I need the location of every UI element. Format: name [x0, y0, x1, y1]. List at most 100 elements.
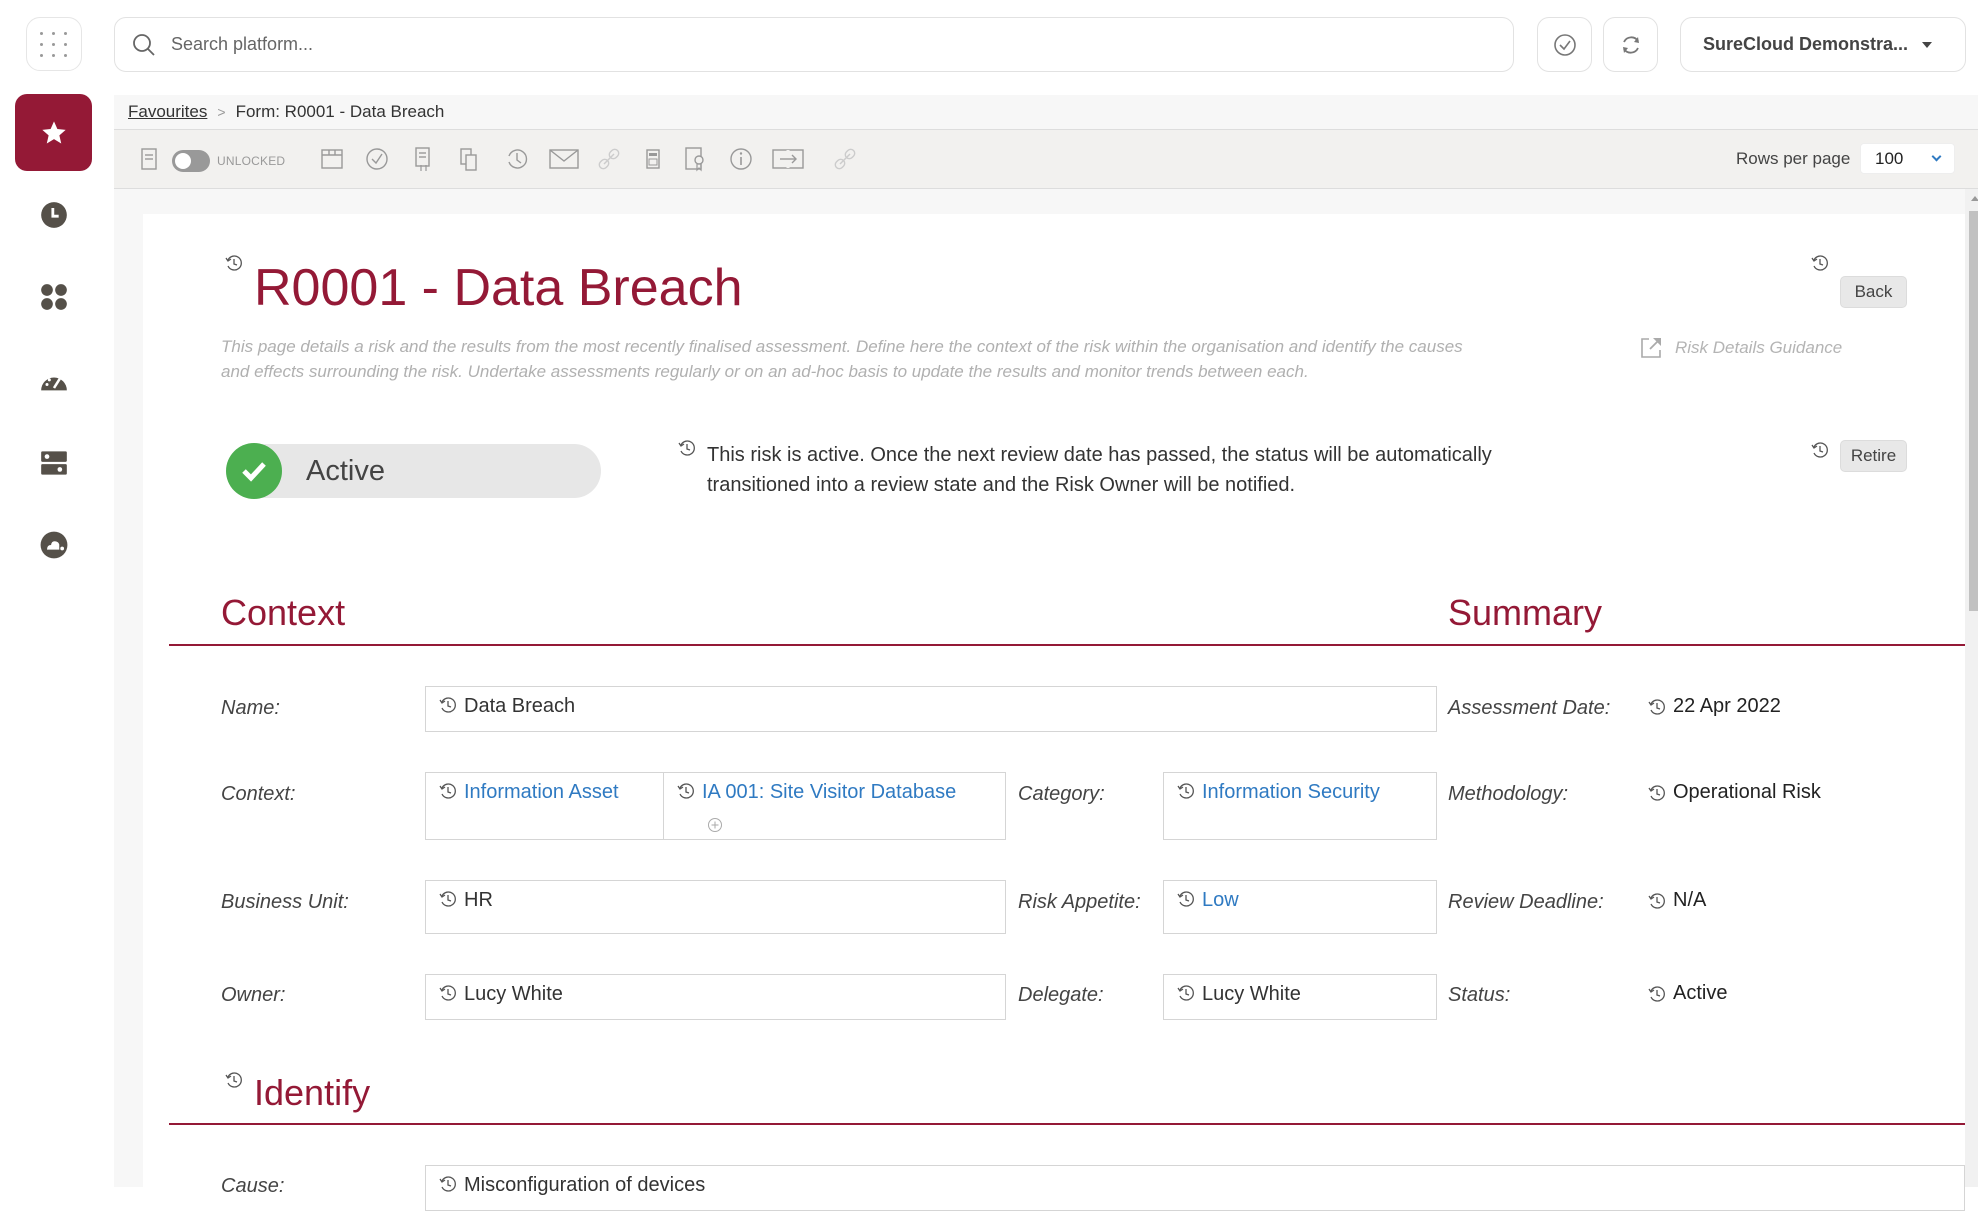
assessment-date-label: Assessment Date:: [1448, 697, 1611, 719]
rows-per-page-value: 100: [1875, 149, 1904, 168]
sidebar-item-dashboards[interactable]: [15, 342, 92, 419]
history-icon[interactable]: [1647, 984, 1667, 1004]
methodology-value: Operational Risk: [1647, 781, 1821, 804]
history-icon[interactable]: [438, 695, 458, 715]
business-unit-field[interactable]: HR: [425, 880, 1006, 934]
category-link[interactable]: Information Security: [1202, 781, 1380, 804]
history-icon[interactable]: [438, 983, 458, 1003]
history-icon[interactable]: [438, 889, 458, 909]
grid-dots-icon: [40, 283, 67, 310]
transfer-icon[interactable]: [771, 146, 805, 172]
layout-icon[interactable]: [319, 146, 345, 172]
caret-down-icon: [1922, 41, 1933, 48]
history-icon[interactable]: [504, 146, 530, 172]
rows-per-page-label: Rows per page: [1736, 149, 1851, 168]
grid-dot: [40, 31, 43, 35]
history-icon[interactable]: [1176, 889, 1196, 909]
history-icon[interactable]: [677, 438, 697, 458]
app-launcher-button[interactable]: [26, 17, 82, 71]
history-icon[interactable]: [1176, 983, 1196, 1003]
back-button[interactable]: Back: [1840, 276, 1907, 308]
scroll-up-arrow[interactable]: [1971, 196, 1978, 201]
history-icon[interactable]: [224, 1070, 244, 1090]
copy-icon[interactable]: [456, 146, 482, 172]
rows-per-page-select[interactable]: 100: [1860, 143, 1955, 174]
category-field[interactable]: Information Security: [1163, 772, 1437, 840]
review-deadline-label: Review Deadline:: [1448, 891, 1604, 913]
methodology-label: Methodology:: [1448, 783, 1569, 805]
organisation-selector[interactable]: SureCloud Demonstra...: [1680, 17, 1966, 72]
context-item-link[interactable]: IA 001: Site Visitor Database: [702, 781, 956, 804]
sidebar-item-recent[interactable]: [15, 176, 92, 253]
status-field-value: Active: [1647, 982, 1727, 1005]
sidebar-item-favourites[interactable]: [15, 94, 92, 171]
status-field-text: Active: [1673, 982, 1728, 1004]
history-icon[interactable]: [224, 253, 244, 273]
name-field[interactable]: Data Breach: [425, 686, 1437, 732]
info-icon[interactable]: [728, 146, 754, 172]
certificate-icon[interactable]: [682, 146, 708, 172]
summary-heading: Summary: [1448, 592, 1603, 633]
history-icon[interactable]: [1810, 440, 1830, 460]
search-input[interactable]: [171, 34, 1471, 55]
sidebar-item-cloud[interactable]: [15, 506, 92, 583]
gauge-icon: [40, 377, 67, 390]
search-bar[interactable]: [114, 17, 1514, 72]
business-unit-value: HR: [464, 889, 493, 911]
retire-button[interactable]: Retire: [1840, 440, 1907, 472]
form-toolbar: UNLOCKED Rows per page 100: [114, 130, 1978, 189]
risk-appetite-field[interactable]: Low: [1163, 880, 1437, 934]
context-type-field[interactable]: Information Asset: [425, 772, 664, 840]
status-badge: [227, 444, 601, 498]
scrollbar-thumb[interactable]: [1969, 211, 1978, 611]
risk-appetite-link[interactable]: Low: [1202, 889, 1239, 912]
history-icon[interactable]: [438, 1174, 458, 1194]
refresh-button[interactable]: [1603, 17, 1658, 72]
email-icon[interactable]: [548, 146, 580, 172]
name-label: Name:: [221, 697, 280, 719]
history-icon[interactable]: [1647, 697, 1667, 717]
history-icon[interactable]: [1810, 253, 1830, 273]
context-type-link[interactable]: Information Asset: [464, 781, 619, 804]
cloud-icon: [40, 531, 67, 558]
delegate-label: Delegate:: [1018, 984, 1104, 1006]
grid-dot: [52, 42, 55, 46]
link-icon[interactable]: [596, 146, 622, 172]
delegate-field[interactable]: Lucy White: [1163, 974, 1437, 1020]
check-circle-icon[interactable]: [364, 146, 390, 172]
grid-dot: [52, 53, 55, 57]
owner-label: Owner:: [221, 984, 286, 1006]
owner-field[interactable]: Lucy White: [425, 974, 1006, 1020]
form-icon[interactable]: [136, 146, 162, 172]
lock-toggle[interactable]: [172, 150, 210, 172]
import-export-icon[interactable]: [410, 146, 436, 172]
search-icon: [133, 33, 155, 56]
history-icon[interactable]: [438, 781, 458, 801]
tasks-button[interactable]: [1537, 17, 1592, 72]
context-label: Context:: [221, 783, 296, 805]
history-icon[interactable]: [1647, 891, 1667, 911]
grid-dot: [64, 53, 67, 57]
sidebar-item-apps[interactable]: [15, 258, 92, 335]
assessment-date-text: 22 Apr 2022: [1673, 695, 1781, 717]
server-icon: [40, 450, 67, 475]
history-icon[interactable]: [1176, 781, 1196, 801]
methodology-text: Operational Risk: [1673, 781, 1821, 803]
history-icon[interactable]: [676, 781, 696, 801]
add-circle-icon[interactable]: [707, 817, 723, 833]
refresh-icon: [1622, 35, 1639, 54]
breadcrumb-favourites-link[interactable]: Favourites: [128, 102, 207, 122]
category-label: Category:: [1018, 783, 1105, 805]
calculator-icon[interactable]: [640, 146, 666, 172]
history-icon[interactable]: [1647, 783, 1667, 803]
cause-value: Misconfiguration of devices: [464, 1174, 706, 1196]
cause-field[interactable]: Misconfiguration of devices: [425, 1165, 1965, 1211]
risk-details-guidance-link[interactable]: Risk Details Guidance: [1639, 336, 1842, 360]
sidebar-item-data[interactable]: [15, 424, 92, 501]
link-icon[interactable]: [832, 146, 858, 172]
owner-value: Lucy White: [464, 983, 563, 1005]
section-divider: [169, 1123, 1965, 1125]
grid-dot: [40, 42, 43, 46]
context-heading: Context: [221, 592, 346, 633]
review-deadline-text: N/A: [1673, 889, 1707, 911]
